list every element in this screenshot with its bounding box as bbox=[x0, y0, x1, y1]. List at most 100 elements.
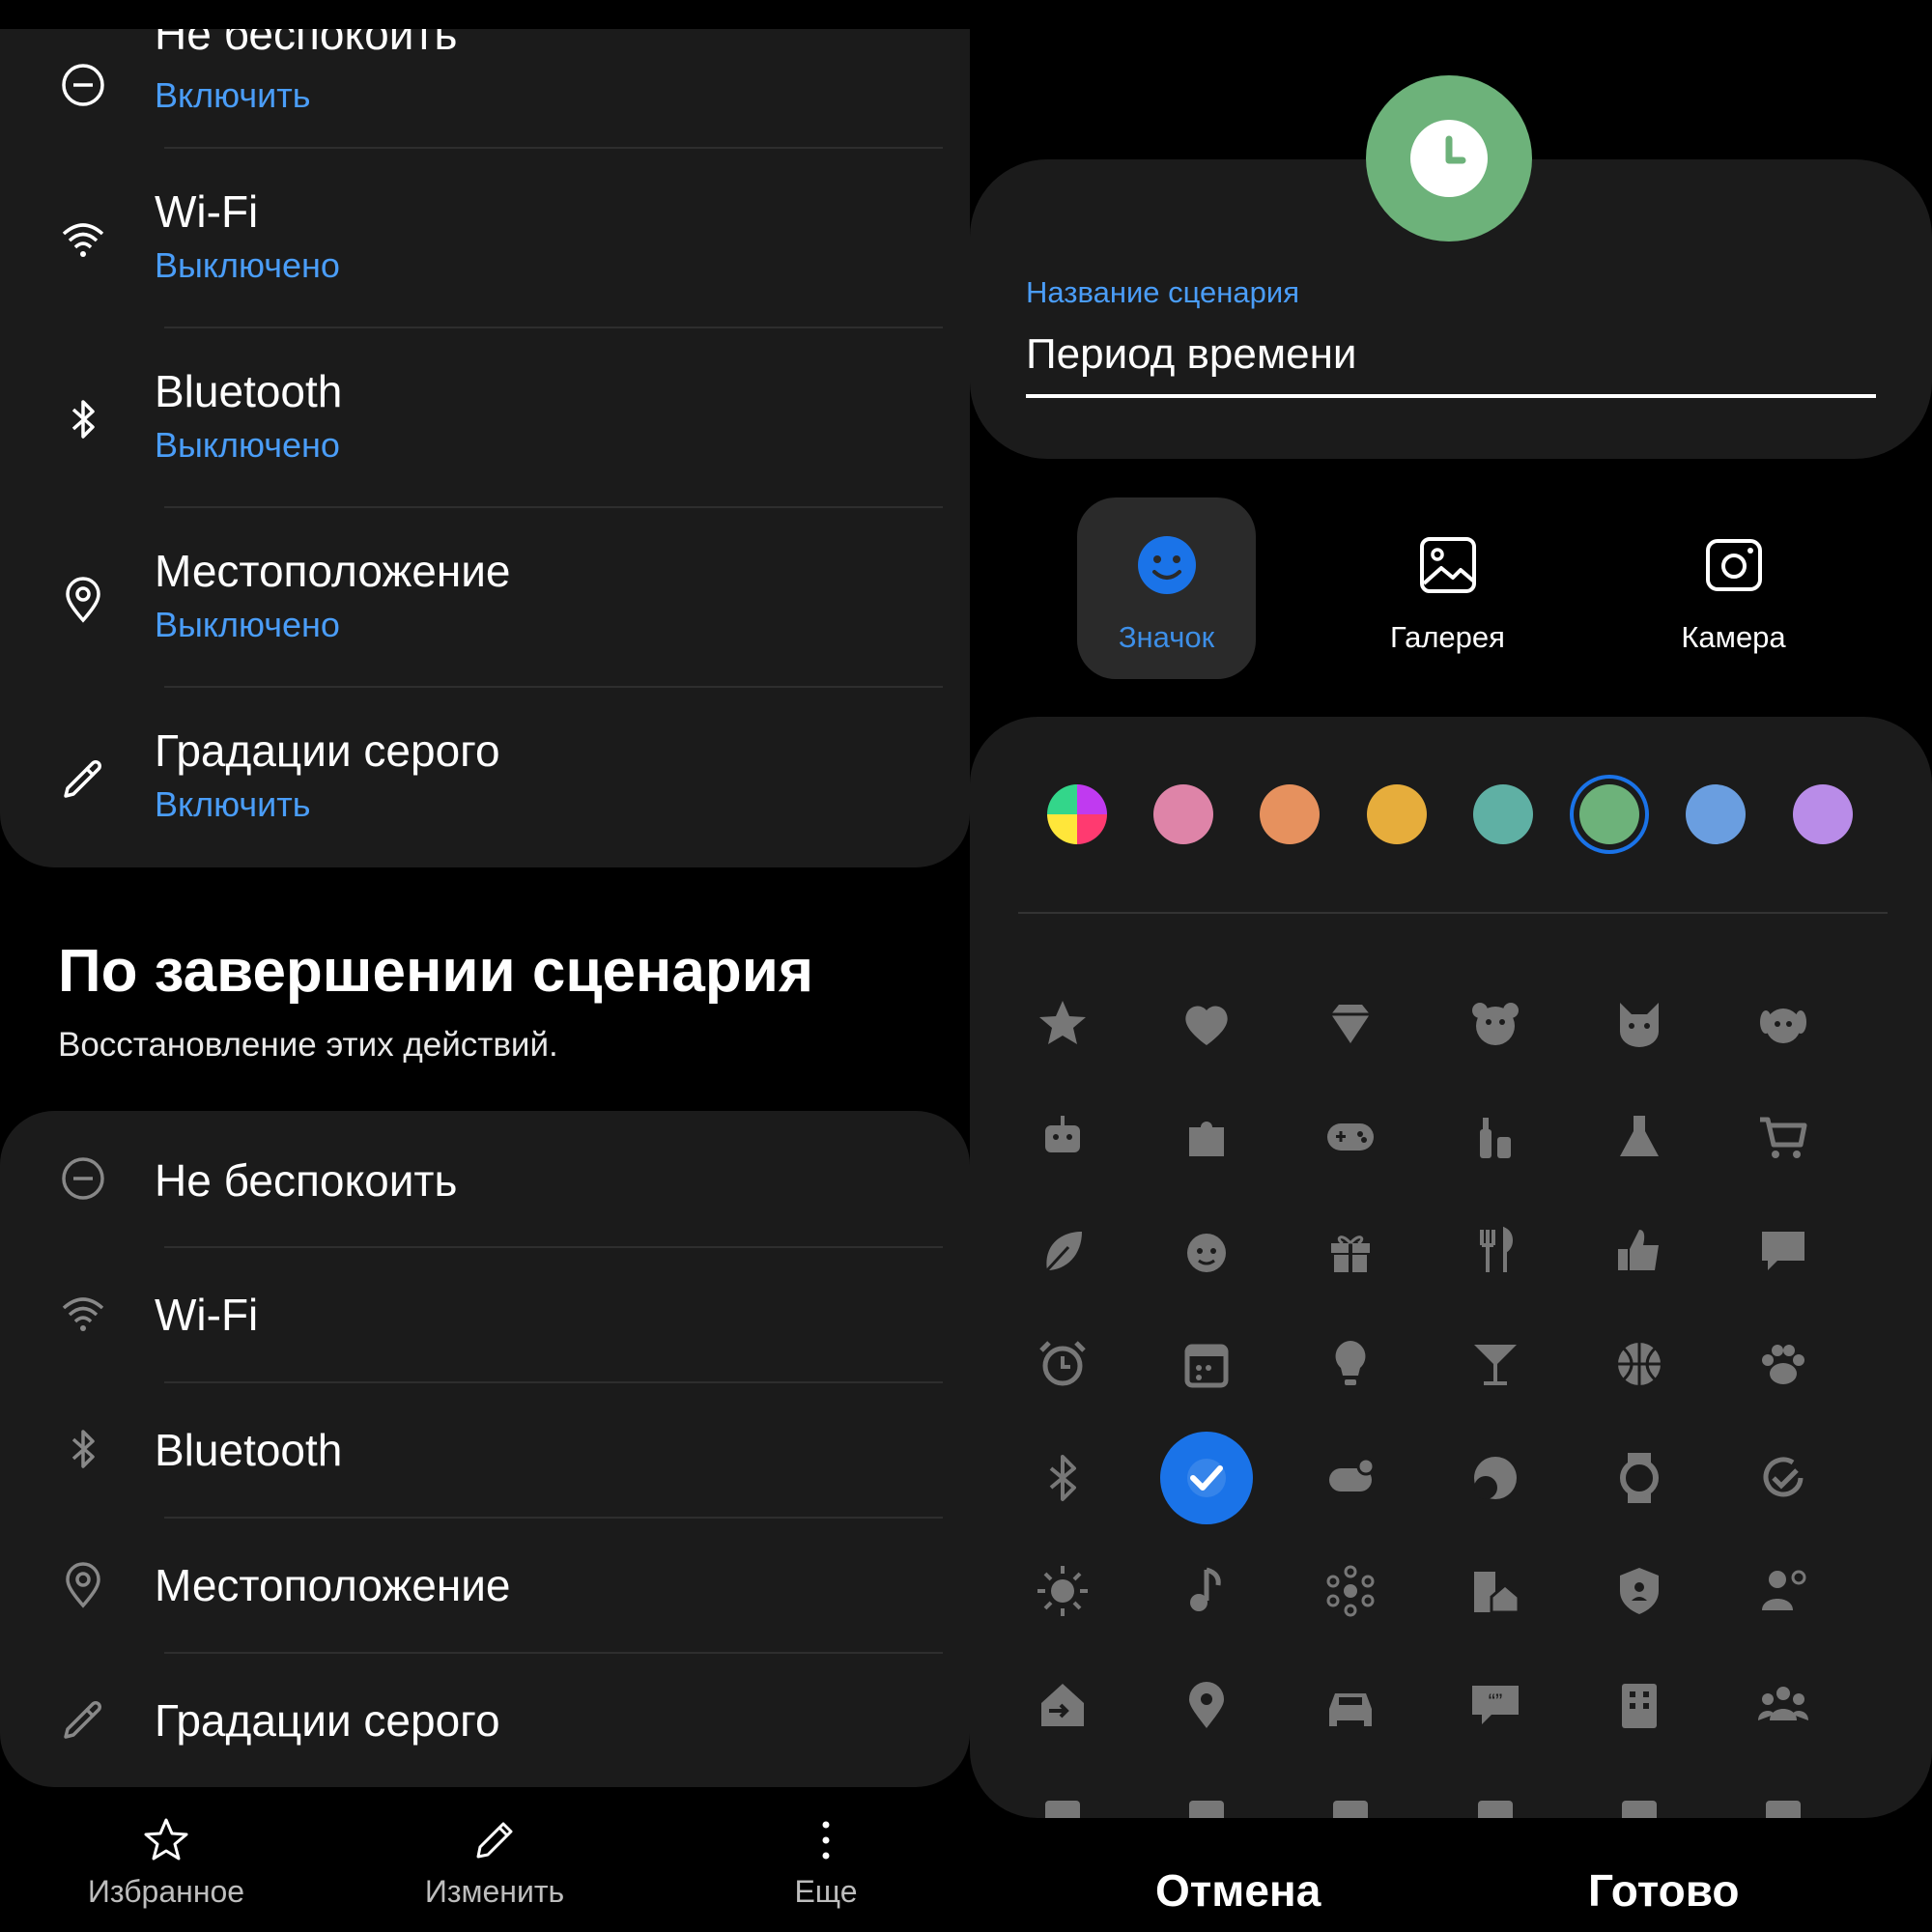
star-icon[interactable] bbox=[1034, 995, 1092, 1053]
gamepad-icon[interactable] bbox=[1321, 1108, 1379, 1166]
tree-icon[interactable] bbox=[1034, 1797, 1092, 1818]
sun-icon[interactable] bbox=[1034, 1562, 1092, 1620]
wifi-icon bbox=[56, 213, 110, 267]
divider bbox=[1018, 912, 1888, 914]
color-swatch-blue[interactable] bbox=[1686, 784, 1746, 844]
smiley-icon bbox=[1077, 531, 1256, 599]
pen-icon[interactable] bbox=[1754, 1797, 1812, 1818]
action-row-location[interactable]: Местоположение Выключено bbox=[0, 508, 970, 688]
basketball-icon[interactable] bbox=[1610, 1335, 1668, 1393]
person-icon[interactable] bbox=[1754, 1562, 1812, 1620]
refresh-check-icon[interactable] bbox=[1754, 1449, 1812, 1507]
start-actions-card: Не беспокоить Включить Wi-Fi Выключено B… bbox=[0, 29, 970, 867]
cart-icon[interactable] bbox=[1754, 1108, 1812, 1166]
check-selected-icon[interactable] bbox=[1160, 1432, 1253, 1524]
color-swatch-multicolor[interactable] bbox=[1047, 784, 1107, 844]
edit-button[interactable]: Изменить bbox=[369, 1816, 620, 1922]
color-swatch-purple[interactable] bbox=[1793, 784, 1853, 844]
tab-camera[interactable]: Камера bbox=[1644, 497, 1823, 679]
end-row-grayscale[interactable]: Градации серого bbox=[0, 1654, 970, 1787]
action-title: Местоположение bbox=[155, 1560, 511, 1610]
quote-icon[interactable]: “” bbox=[1466, 1676, 1524, 1734]
color-swatch-green-selected[interactable] bbox=[1579, 784, 1639, 844]
play-icon[interactable] bbox=[1466, 1797, 1524, 1818]
bluetooth-icon bbox=[56, 1422, 110, 1476]
toggle-icon[interactable] bbox=[1321, 1449, 1379, 1507]
action-title: Градации серого bbox=[155, 1695, 500, 1746]
alarm-icon[interactable] bbox=[1034, 1335, 1092, 1393]
columns-icon[interactable] bbox=[1610, 1797, 1668, 1818]
building-icon[interactable] bbox=[1610, 1676, 1668, 1734]
thumbs-up-icon[interactable] bbox=[1610, 1222, 1668, 1280]
routine-avatar bbox=[1366, 75, 1532, 242]
paw-icon[interactable] bbox=[1754, 1335, 1812, 1393]
color-swatch-teal[interactable] bbox=[1473, 784, 1533, 844]
puzzle-icon[interactable] bbox=[1178, 1108, 1236, 1166]
action-title: Не беспокоить bbox=[155, 1155, 458, 1206]
watch-icon[interactable] bbox=[1610, 1449, 1668, 1507]
action-status: Выключено bbox=[155, 245, 340, 285]
music-icon[interactable] bbox=[1178, 1562, 1236, 1620]
enter-home-icon[interactable] bbox=[1034, 1676, 1092, 1734]
color-swatch-pink[interactable] bbox=[1153, 784, 1213, 844]
action-row-wifi[interactable]: Wi-Fi Выключено bbox=[0, 149, 970, 328]
routine-actions-panel: Не беспокоить Включить Wi-Fi Выключено B… bbox=[0, 0, 970, 1932]
color-swatch-yellow[interactable] bbox=[1367, 784, 1427, 844]
bluetooth-icon bbox=[56, 392, 110, 446]
leaf-icon[interactable] bbox=[1034, 1222, 1092, 1280]
house-icon[interactable] bbox=[1466, 1562, 1524, 1620]
action-title: Wi-Fi bbox=[155, 186, 259, 237]
action-title: Bluetooth bbox=[155, 366, 343, 416]
heart-icon[interactable] bbox=[1178, 995, 1236, 1053]
moon-icon[interactable] bbox=[1466, 1449, 1524, 1507]
edit-label: Изменить bbox=[424, 1874, 565, 1909]
tab-gallery[interactable]: Галерея bbox=[1358, 497, 1537, 679]
pencil-icon bbox=[369, 1816, 620, 1864]
cocktail-icon[interactable] bbox=[1466, 1335, 1524, 1393]
cutlery-icon[interactable] bbox=[1466, 1222, 1524, 1280]
end-row-dnd[interactable]: Не беспокоить bbox=[0, 1111, 970, 1246]
end-row-location[interactable]: Местоположение bbox=[0, 1519, 970, 1652]
more-vert-icon bbox=[700, 1816, 952, 1864]
cat-icon[interactable] bbox=[1610, 995, 1668, 1053]
action-status: Включить bbox=[155, 784, 311, 824]
shield-icon[interactable] bbox=[1610, 1562, 1668, 1620]
group-icon[interactable] bbox=[1754, 1676, 1812, 1734]
dog-icon[interactable] bbox=[1754, 995, 1812, 1053]
car-icon[interactable] bbox=[1321, 1676, 1379, 1734]
molecule-icon[interactable] bbox=[1321, 1562, 1379, 1620]
more-button[interactable]: Еще bbox=[700, 1816, 952, 1922]
action-row-bluetooth[interactable]: Bluetooth Выключено bbox=[0, 328, 970, 508]
chat-icon[interactable] bbox=[1754, 1222, 1812, 1280]
name-field-label: Название сценария bbox=[1026, 275, 1299, 309]
eyedropper-icon bbox=[56, 752, 110, 806]
done-button[interactable]: Готово bbox=[1588, 1864, 1740, 1917]
routine-name-input[interactable] bbox=[1026, 315, 1876, 398]
cancel-button[interactable]: Отмена bbox=[1155, 1864, 1321, 1917]
end-row-wifi[interactable]: Wi-Fi bbox=[0, 1248, 970, 1381]
action-status: Включить bbox=[155, 75, 311, 115]
pin-icon[interactable] bbox=[1178, 1676, 1236, 1734]
diamond-icon[interactable] bbox=[1321, 995, 1379, 1053]
action-status: Выключено bbox=[155, 425, 340, 465]
color-swatch-orange[interactable] bbox=[1260, 784, 1320, 844]
bluetooth-icon[interactable] bbox=[1034, 1449, 1092, 1507]
robot-icon[interactable] bbox=[1034, 1108, 1092, 1166]
dex-icon[interactable] bbox=[1178, 1797, 1236, 1818]
section-subtitle: Восстановление этих действий. bbox=[58, 1026, 558, 1064]
end-row-bluetooth[interactable]: Bluetooth bbox=[0, 1383, 970, 1517]
svg-text:“”: “” bbox=[1489, 1690, 1503, 1714]
bulb-icon[interactable] bbox=[1321, 1335, 1379, 1393]
favorite-button[interactable]: Избранное bbox=[41, 1816, 292, 1922]
calendar-icon[interactable] bbox=[1178, 1335, 1236, 1393]
bear-icon[interactable] bbox=[1466, 995, 1524, 1053]
phone-icon[interactable] bbox=[1321, 1797, 1379, 1818]
flask-icon[interactable] bbox=[1610, 1108, 1668, 1166]
tab-icon[interactable]: Значок bbox=[1077, 497, 1256, 679]
wifi-icon bbox=[56, 1287, 110, 1341]
gift-icon[interactable] bbox=[1321, 1222, 1379, 1280]
bottles-icon[interactable] bbox=[1466, 1108, 1524, 1166]
action-title: Местоположение bbox=[155, 546, 511, 596]
action-row-grayscale[interactable]: Градации серого Включить bbox=[0, 688, 970, 867]
baby-icon[interactable] bbox=[1178, 1222, 1236, 1280]
